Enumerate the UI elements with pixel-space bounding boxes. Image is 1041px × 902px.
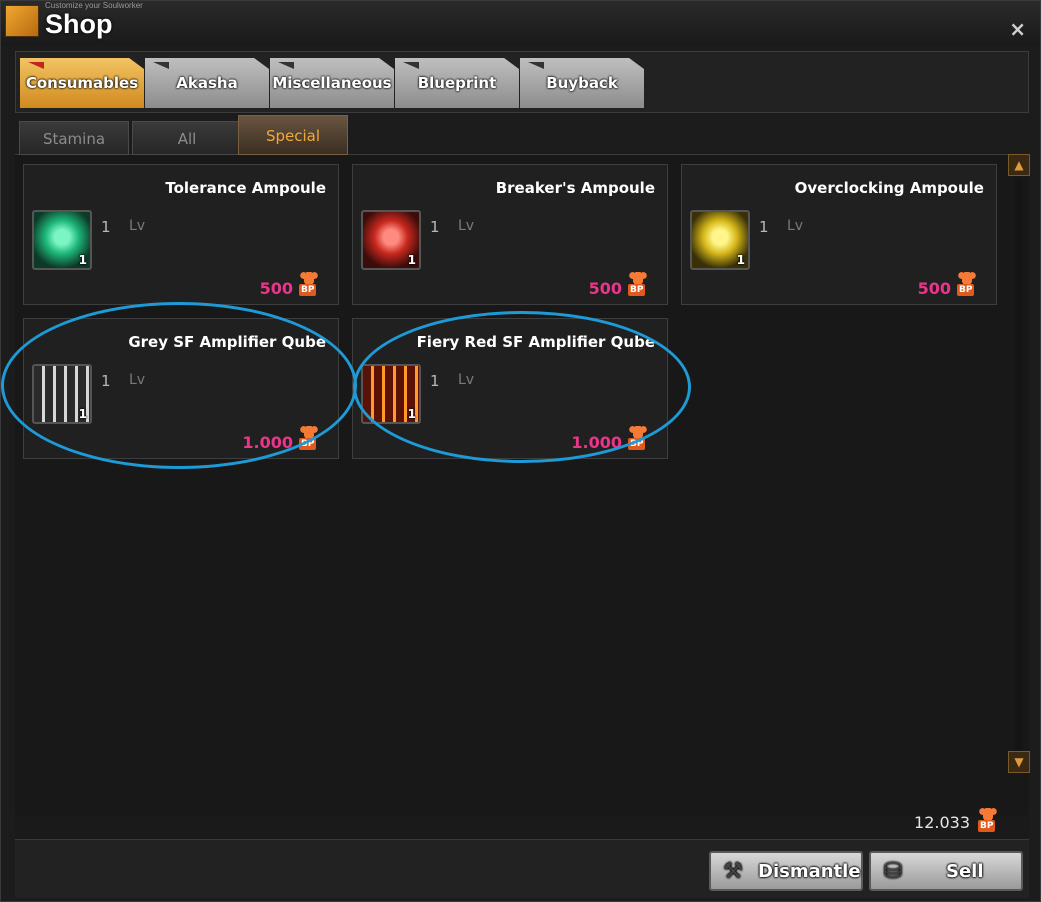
tab-blueprint[interactable]: Blueprint xyxy=(395,58,519,108)
item-name: Grey SF Amplifier Qube xyxy=(128,333,326,351)
dismantle-label: Dismantle xyxy=(758,861,861,882)
bp-balance: 12.033 xyxy=(914,813,970,832)
item-quantity: 1 xyxy=(407,407,416,421)
sell-label: Sell xyxy=(946,861,984,882)
item-quantity: 1 xyxy=(407,253,416,267)
window-title: Shop xyxy=(45,9,113,39)
level-label: Lv xyxy=(458,372,475,388)
item-level: 1 xyxy=(430,372,440,390)
item-quantity: 1 xyxy=(78,407,87,421)
green-ampoule-icon: 1 xyxy=(32,210,92,270)
item-level: 1 xyxy=(759,218,769,236)
item-price: 500 xyxy=(917,279,951,298)
scroll-track[interactable] xyxy=(1015,177,1023,751)
subcategory-tab-bar: Stamina All Special xyxy=(15,115,1029,155)
bp-currency-icon: BP xyxy=(298,272,320,298)
scroll-down-button[interactable]: ▼ xyxy=(1008,751,1030,773)
level-label: Lv xyxy=(129,372,146,388)
item-grid: Tolerance Ampoule 1 1 Lv 500 BP Breaker'… xyxy=(15,155,1029,815)
tab-buyback[interactable]: Buyback xyxy=(520,58,644,108)
tab-miscellaneous[interactable]: Miscellaneous xyxy=(270,58,394,108)
bp-currency-icon: BP xyxy=(298,426,320,452)
level-label: Lv xyxy=(458,218,475,234)
item-price: 500 xyxy=(588,279,622,298)
tab-flag-icon xyxy=(278,62,294,69)
item-quantity: 1 xyxy=(78,253,87,267)
item-level: 1 xyxy=(101,372,111,390)
tab-label: Consumables xyxy=(25,74,139,92)
tab-flag-icon xyxy=(528,62,544,69)
tab-label: Miscellaneous xyxy=(272,74,392,92)
bp-currency-icon: BP xyxy=(956,272,978,298)
item-name: Tolerance Ampoule xyxy=(165,179,326,197)
red-ampoule-icon: 1 xyxy=(361,210,421,270)
shop-window-icon xyxy=(5,5,39,37)
shop-item-breakers-ampoule[interactable]: Breaker's Ampoule 1 1 Lv 500 BP xyxy=(352,164,668,305)
level-label: Lv xyxy=(129,218,146,234)
tab-label: Akasha xyxy=(176,74,238,92)
item-name: Overclocking Ampoule xyxy=(794,179,984,197)
hammer-icon: ⚒ xyxy=(723,859,743,884)
item-price: 1.000 xyxy=(242,433,293,452)
shop-item-grey-sf-amplifier-qube[interactable]: Grey SF Amplifier Qube 1 1 Lv 1.000 BP xyxy=(23,318,339,459)
item-price: 1.000 xyxy=(571,433,622,452)
tab-flag-icon xyxy=(28,62,44,69)
shop-window: Customize your Soulworker Shop × Consuma… xyxy=(0,0,1041,902)
fiery-red-qube-icon: 1 xyxy=(361,364,421,424)
level-label: Lv xyxy=(787,218,804,234)
bp-currency-icon: BP xyxy=(977,808,999,834)
tab-all[interactable]: All xyxy=(132,121,242,155)
tab-special[interactable]: Special xyxy=(238,115,348,155)
sell-button[interactable]: ⛁ Sell xyxy=(869,851,1023,891)
item-name: Fiery Red SF Amplifier Qube xyxy=(416,333,655,351)
shop-item-fiery-red-sf-amplifier-qube[interactable]: Fiery Red SF Amplifier Qube 1 1 Lv 1.000… xyxy=(352,318,668,459)
grey-qube-icon: 1 xyxy=(32,364,92,424)
item-name: Breaker's Ampoule xyxy=(495,179,655,197)
bp-currency-icon: BP xyxy=(627,272,649,298)
tab-flag-icon xyxy=(153,62,169,69)
coin-stack-icon: ⛁ xyxy=(883,859,903,884)
item-level: 1 xyxy=(101,218,111,236)
category-tab-bar: Consumables Akasha Miscellaneous Bluepri… xyxy=(15,51,1029,113)
tab-stamina[interactable]: Stamina xyxy=(19,121,129,155)
shop-item-overclocking-ampoule[interactable]: Overclocking Ampoule 1 1 Lv 500 BP xyxy=(681,164,997,305)
shop-item-tolerance-ampoule[interactable]: Tolerance Ampoule 1 1 Lv 500 BP xyxy=(23,164,339,305)
tab-flag-icon xyxy=(403,62,419,69)
bp-currency-icon: BP xyxy=(627,426,649,452)
tab-label: Buyback xyxy=(546,74,618,92)
tab-consumables[interactable]: Consumables xyxy=(20,58,144,108)
scroll-up-button[interactable]: ▲ xyxy=(1008,154,1030,176)
item-quantity: 1 xyxy=(736,253,745,267)
yellow-ampoule-icon: 1 xyxy=(690,210,750,270)
item-level: 1 xyxy=(430,218,440,236)
dismantle-button[interactable]: ⚒ Dismantle xyxy=(709,851,863,891)
close-button[interactable]: × xyxy=(1009,19,1026,39)
title-bar[interactable]: Customize your Soulworker Shop × xyxy=(1,1,1040,45)
tab-akasha[interactable]: Akasha xyxy=(145,58,269,108)
currency-strip xyxy=(15,815,1029,839)
item-price: 500 xyxy=(259,279,293,298)
tab-label: Blueprint xyxy=(417,74,497,92)
